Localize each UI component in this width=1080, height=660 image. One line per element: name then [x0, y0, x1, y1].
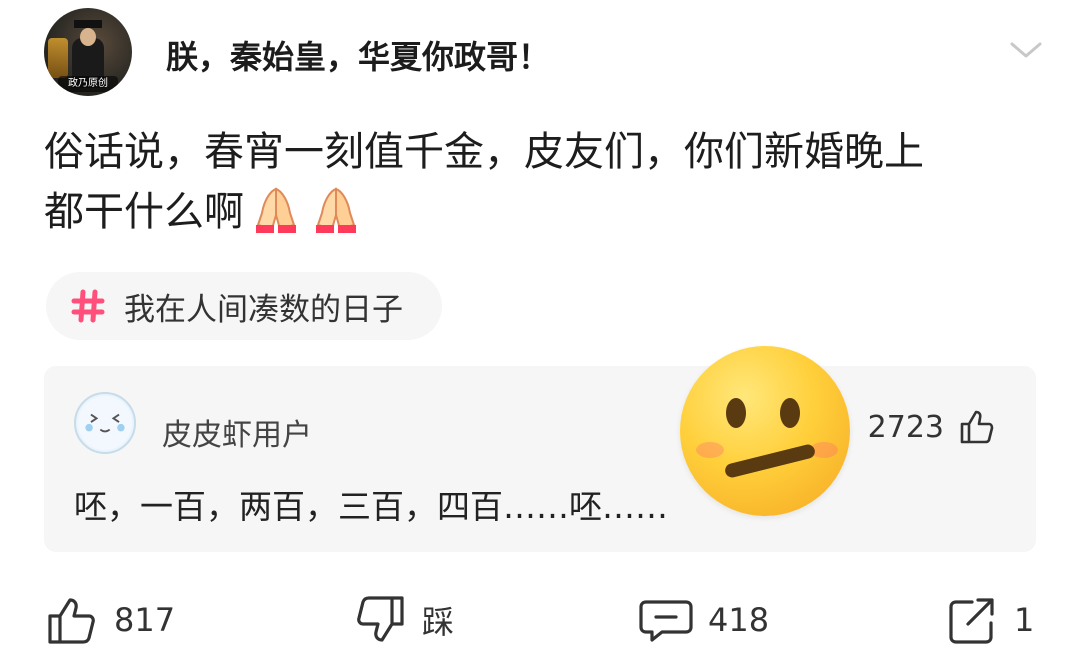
action-bar: 817 踩 418 1 [44, 588, 1044, 652]
thumbs-down-icon [357, 596, 404, 642]
chevron-down-icon[interactable] [1008, 38, 1044, 62]
hash-icon [71, 289, 105, 323]
comment-icon [639, 600, 693, 642]
author-avatar[interactable]: 政乃原创 [44, 8, 132, 96]
author-name[interactable]: 朕，秦始皇，华夏你政哥！ [166, 32, 550, 78]
avatar-caption: 政乃原创 [58, 76, 118, 92]
topic-tag[interactable]: 我在人间凑数的日子 [46, 272, 442, 340]
folded-hands-icon [316, 187, 356, 233]
dislike-label: 踩 [422, 603, 455, 641]
thumbs-up-icon[interactable] [956, 406, 996, 446]
tag-label: 我在人间凑数的日子 [124, 291, 403, 328]
post-body: 俗话说，春宵一刻值千金，皮友们，你们新婚晚上 都干什么啊 [44, 122, 1044, 242]
comment-count: 418 [708, 601, 770, 639]
comment-text: 呸，一百，两百，三百，四百……呸…… [74, 487, 668, 526]
avatar-decoration [48, 38, 68, 78]
share-icon [949, 598, 994, 644]
share-button[interactable]: 1 [944, 588, 1034, 652]
emoji-cheek-left [696, 442, 724, 458]
commenter-avatar[interactable] [74, 392, 136, 454]
comment-like-count: 2723 [867, 410, 944, 445]
post-text-line-1: 俗话说，春宵一刻值千金，皮友们，你们新婚晚上 [44, 129, 924, 175]
avatar-hat [74, 20, 102, 28]
commenter-name[interactable]: 皮皮虾用户 [162, 410, 312, 454]
avatar-face [80, 28, 96, 46]
folded-hands-icon [256, 187, 296, 233]
comment-button[interactable]: 418 [638, 588, 769, 652]
like-count: 817 [114, 601, 176, 639]
post-text-line-2: 都干什么啊 [44, 182, 1044, 242]
post-text-line-2-text: 都干什么啊 [44, 189, 244, 235]
thumbs-up-icon [48, 598, 95, 644]
like-button[interactable]: 817 [44, 588, 175, 652]
emoji-mouth [723, 443, 817, 479]
hot-comment[interactable]: 皮皮虾用户 2723 呸，一百，两百，三百，四百……呸…… [44, 366, 1036, 552]
emoji-eye-left [726, 398, 746, 428]
emoji-eye-right [780, 398, 800, 428]
share-count: 1 [1014, 601, 1035, 639]
dislike-button[interactable]: 踩 [352, 588, 454, 652]
post-header: 政乃原创 朕，秦始皇，华夏你政哥！ [44, 8, 1044, 96]
neutral-face-emoji [680, 346, 850, 516]
